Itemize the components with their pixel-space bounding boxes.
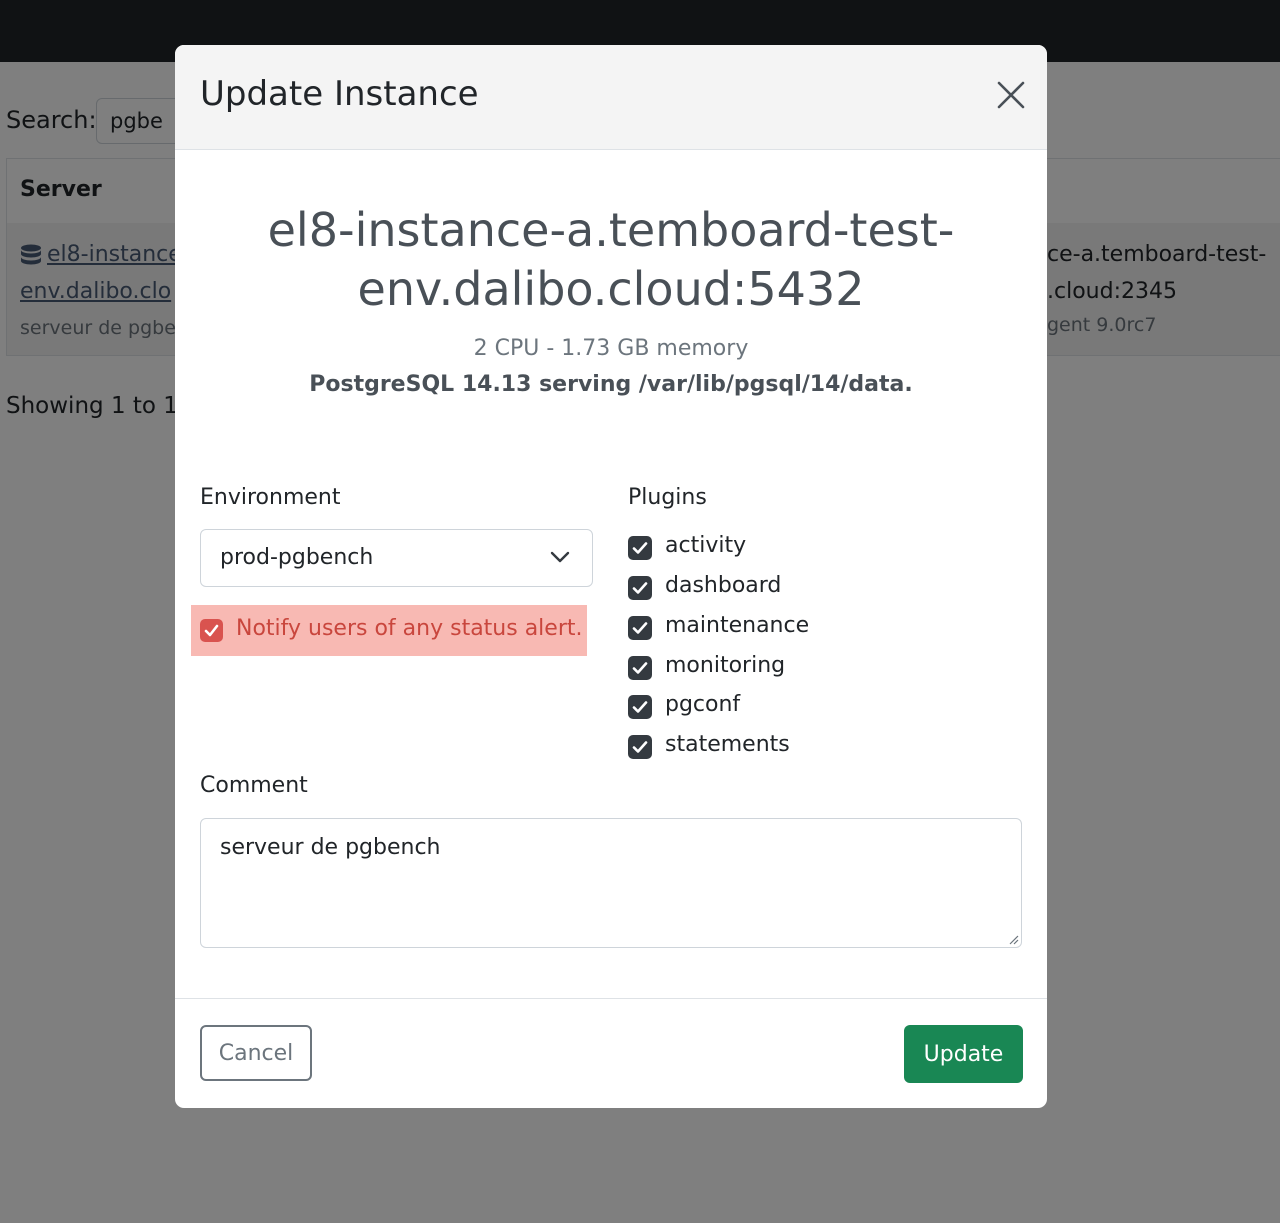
notify-label: Notify users of any status alert. <box>236 616 583 641</box>
modal-title: Update Instance <box>200 74 479 114</box>
plugin-label: maintenance <box>665 613 810 638</box>
hostname-line: env.dalibo.cloud:5432 <box>357 262 865 316</box>
resize-handle-icon[interactable] <box>1007 933 1019 945</box>
modal-header: Update Instance <box>175 45 1047 150</box>
cancel-button[interactable]: Cancel <box>200 1025 312 1081</box>
chevron-down-icon <box>550 551 570 563</box>
plugin-checkbox[interactable] <box>628 735 652 759</box>
environment-select[interactable]: prod-pgbench <box>200 529 593 587</box>
check-icon <box>632 542 648 554</box>
check-icon <box>204 624 219 637</box>
plugin-checkbox[interactable] <box>628 616 652 640</box>
instance-specs: 2 CPU - 1.73 GB memory <box>473 336 749 361</box>
plugin-label: dashboard <box>665 573 782 598</box>
check-icon <box>632 701 648 713</box>
check-icon <box>632 622 648 634</box>
check-icon <box>632 582 648 594</box>
environment-label: Environment <box>200 485 341 510</box>
plugin-label: monitoring <box>665 653 786 678</box>
modal-footer: Cancel Update <box>175 998 1047 1108</box>
update-instance-modal: Update Instance el8-instance-a.temboard-… <box>175 45 1047 1108</box>
postgres-info: PostgreSQL 14.13 serving /var/lib/pgsql/… <box>309 372 913 397</box>
notify-checkbox[interactable] <box>200 619 223 642</box>
plugin-label: statements <box>665 732 790 757</box>
comment-value: serveur de pgbench <box>220 835 441 860</box>
check-icon <box>632 741 648 753</box>
plugin-checkbox[interactable] <box>628 536 652 560</box>
plugin-label: activity <box>665 533 747 558</box>
close-icon[interactable] <box>997 81 1025 109</box>
update-button[interactable]: Update <box>904 1025 1023 1083</box>
plugin-label: pgconf <box>665 692 741 717</box>
environment-selected: prod-pgbench <box>220 545 374 570</box>
check-icon <box>632 662 648 674</box>
instance-hostname: el8-instance-a.temboard-test- env.dalibo… <box>175 201 1047 319</box>
plugins-label: Plugins <box>628 485 707 510</box>
comment-label: Comment <box>200 773 308 798</box>
notify-option[interactable]: Notify users of any status alert. <box>191 605 587 656</box>
plugin-checkbox[interactable] <box>628 576 652 600</box>
comment-textarea[interactable]: serveur de pgbench <box>200 818 1022 948</box>
plugin-checkbox[interactable] <box>628 695 652 719</box>
plugin-checkbox[interactable] <box>628 656 652 680</box>
hostname-line: el8-instance-a.temboard-test- <box>267 203 955 257</box>
